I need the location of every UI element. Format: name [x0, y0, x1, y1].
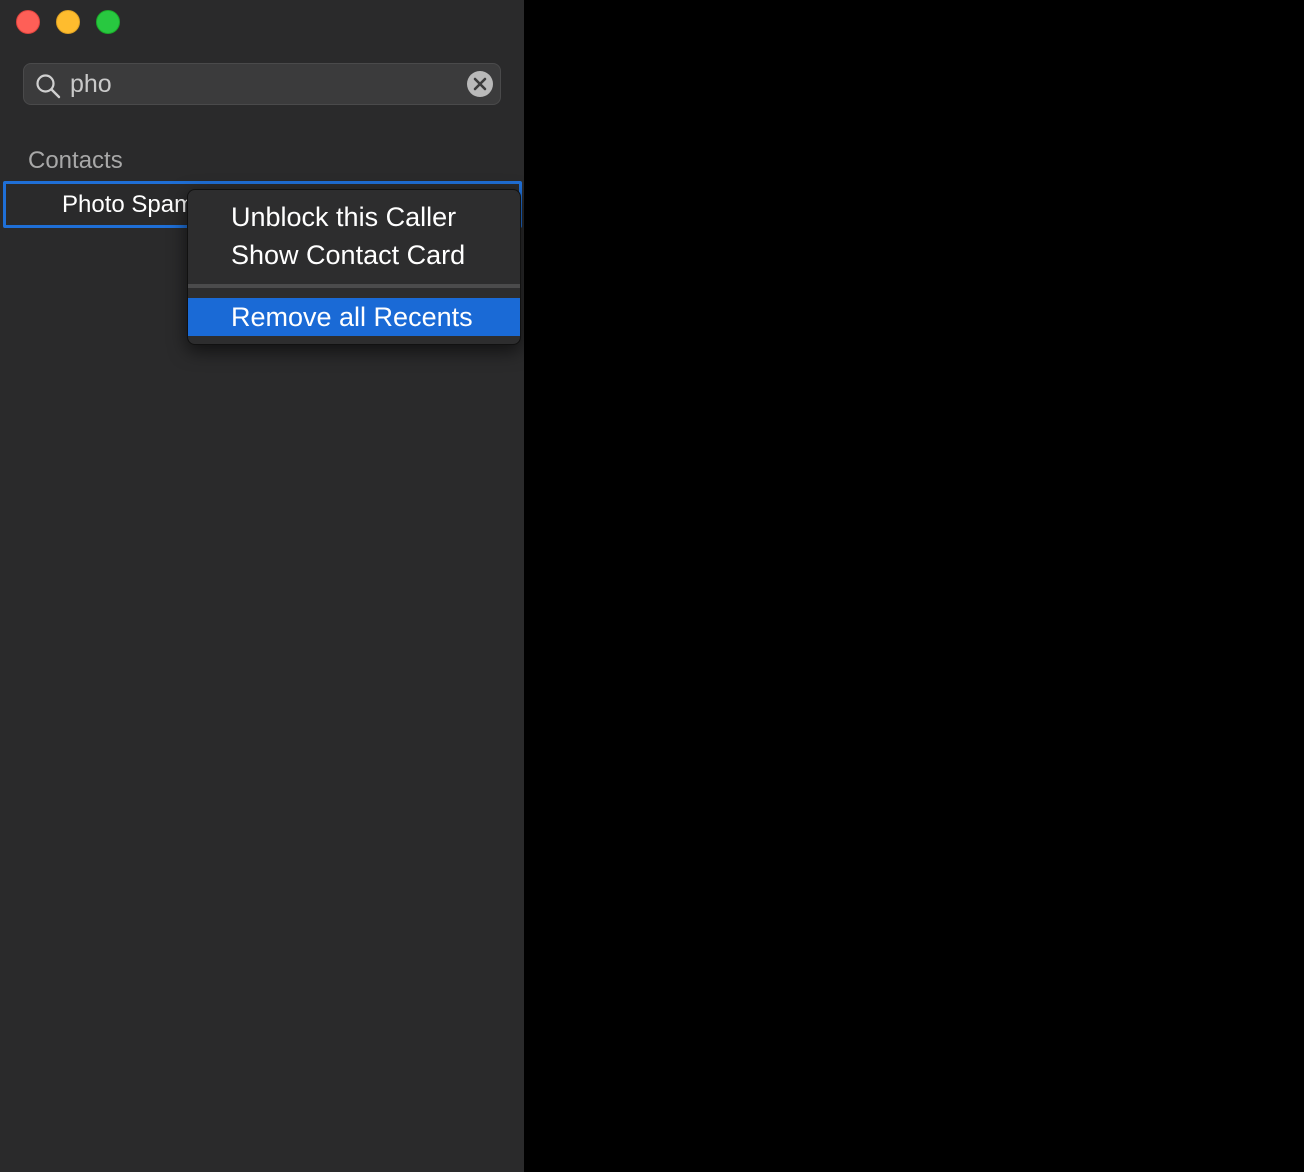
menu-item-remove-all-recents[interactable]: Remove all Recents [188, 298, 520, 336]
menu-separator [188, 284, 520, 288]
menu-item-show-contact-card[interactable]: Show Contact Card [188, 236, 520, 274]
detail-pane [524, 0, 1304, 1172]
menu-item-unblock-caller[interactable]: Unblock this Caller [188, 198, 520, 236]
search-field[interactable] [23, 63, 501, 105]
close-window-button[interactable] [16, 10, 40, 34]
minimize-window-button[interactable] [56, 10, 80, 34]
zoom-window-button[interactable] [96, 10, 120, 34]
context-menu: Unblock this Caller Show Contact Card Re… [187, 189, 521, 345]
section-header-contacts: Contacts [28, 147, 123, 174]
search-input[interactable] [70, 64, 460, 104]
search-icon [36, 74, 61, 99]
sidebar: Contacts Photo Spam Unblock this Caller … [0, 0, 524, 1172]
clear-search-icon[interactable] [466, 70, 494, 98]
contact-name: Photo Spam [62, 191, 195, 218]
app-window: Contacts Photo Spam Unblock this Caller … [0, 0, 1304, 1172]
